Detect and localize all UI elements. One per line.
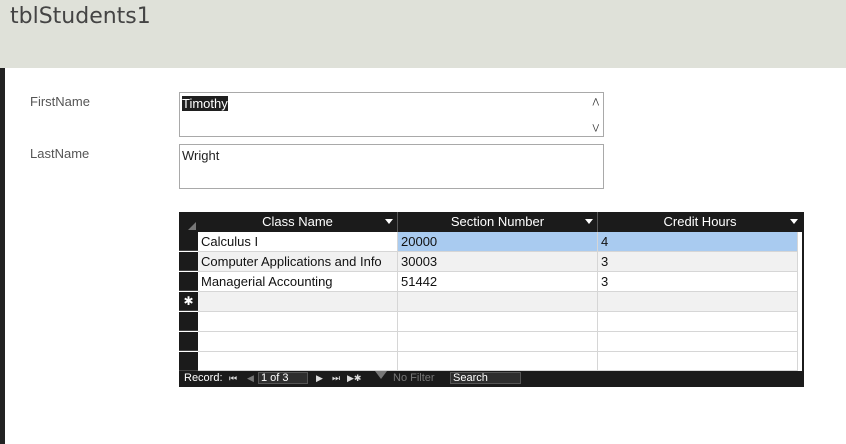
left-border <box>0 68 5 444</box>
select-all-corner[interactable] <box>179 212 198 232</box>
cell-credit-hours[interactable]: 3 <box>598 252 798 272</box>
search-input[interactable]: Search <box>450 372 521 384</box>
last-record-icon[interactable]: ⏭ <box>332 371 340 385</box>
row-selector-empty <box>179 312 198 331</box>
lastname-field[interactable]: Wright <box>179 144 604 189</box>
empty-cell <box>198 312 398 332</box>
new-record-marker[interactable]: ✱ <box>179 292 198 311</box>
empty-cell <box>198 332 398 352</box>
empty-cell <box>598 332 798 352</box>
new-cell-section-number[interactable] <box>398 292 598 312</box>
firstname-value: Timothy <box>182 96 228 111</box>
scroll-up-icon[interactable]: ⋀ <box>592 98 599 106</box>
datasheet: Class Name Section Number Credit Hours C… <box>179 212 802 371</box>
previous-record-icon[interactable]: ◀ <box>247 371 254 385</box>
filter-icon <box>375 371 387 379</box>
new-cell-class-name[interactable] <box>198 292 398 312</box>
empty-cell <box>598 352 798 371</box>
cell-section-number[interactable]: 30003 <box>398 252 598 272</box>
new-cell-credit-hours[interactable] <box>598 292 798 312</box>
cell-credit-hours[interactable]: 3 <box>598 272 798 292</box>
scroll-down-icon[interactable]: ⋁ <box>592 124 599 132</box>
dropdown-arrow-icon[interactable] <box>385 219 393 224</box>
row-selector-empty <box>179 332 198 351</box>
column-header-class-name[interactable]: Class Name <box>198 212 398 232</box>
current-record-field[interactable]: 1 of 3 <box>258 372 308 384</box>
form-header: tblStudents1 <box>0 0 846 68</box>
empty-cell <box>598 312 798 332</box>
column-header-label: Section Number <box>450 214 545 229</box>
column-header-section-number[interactable]: Section Number <box>398 212 598 232</box>
firstname-label: FirstName <box>30 94 90 109</box>
dropdown-arrow-icon[interactable] <box>790 219 798 224</box>
row-selector[interactable] <box>179 232 198 251</box>
lastname-value: Wright <box>182 148 220 163</box>
empty-cell <box>198 352 398 371</box>
empty-cell <box>398 332 598 352</box>
cell-class-name[interactable]: Managerial Accounting <box>198 272 398 292</box>
dropdown-arrow-icon[interactable] <box>585 219 593 224</box>
cell-section-number[interactable]: 51442 <box>398 272 598 292</box>
classes-subform: Class Name Section Number Credit Hours C… <box>179 212 804 387</box>
new-record-icon[interactable]: ▶✱ <box>347 371 361 385</box>
lastname-label: LastName <box>30 146 90 161</box>
cell-section-number[interactable]: 20000 <box>398 232 598 252</box>
column-header-label: Class Name <box>262 214 333 229</box>
row-selector-empty <box>179 352 198 371</box>
column-header-credit-hours[interactable]: Credit Hours <box>598 212 802 232</box>
row-selector[interactable] <box>179 252 198 271</box>
first-record-icon[interactable]: ⏮ <box>229 371 237 385</box>
form-title: tblStudents1 <box>10 4 151 29</box>
cell-credit-hours[interactable]: 4 <box>598 232 798 252</box>
cell-class-name[interactable]: Computer Applications and Info <box>198 252 398 272</box>
next-record-icon[interactable]: ▶ <box>316 371 323 385</box>
no-filter-button[interactable]: No Filter <box>393 371 435 385</box>
empty-cell <box>398 312 598 332</box>
cell-class-name[interactable]: Calculus I <box>198 232 398 252</box>
firstname-field[interactable]: Timothy ⋀ ⋁ <box>179 92 604 137</box>
record-navigation-bar: Record: ⏮ ◀ 1 of 3 ▶ ⏭ ▶✱ No Filter Sear… <box>179 371 802 385</box>
column-header-label: Credit Hours <box>663 214 737 229</box>
empty-cell <box>398 352 598 371</box>
row-selector[interactable] <box>179 272 198 291</box>
record-label: Record: <box>184 372 223 384</box>
